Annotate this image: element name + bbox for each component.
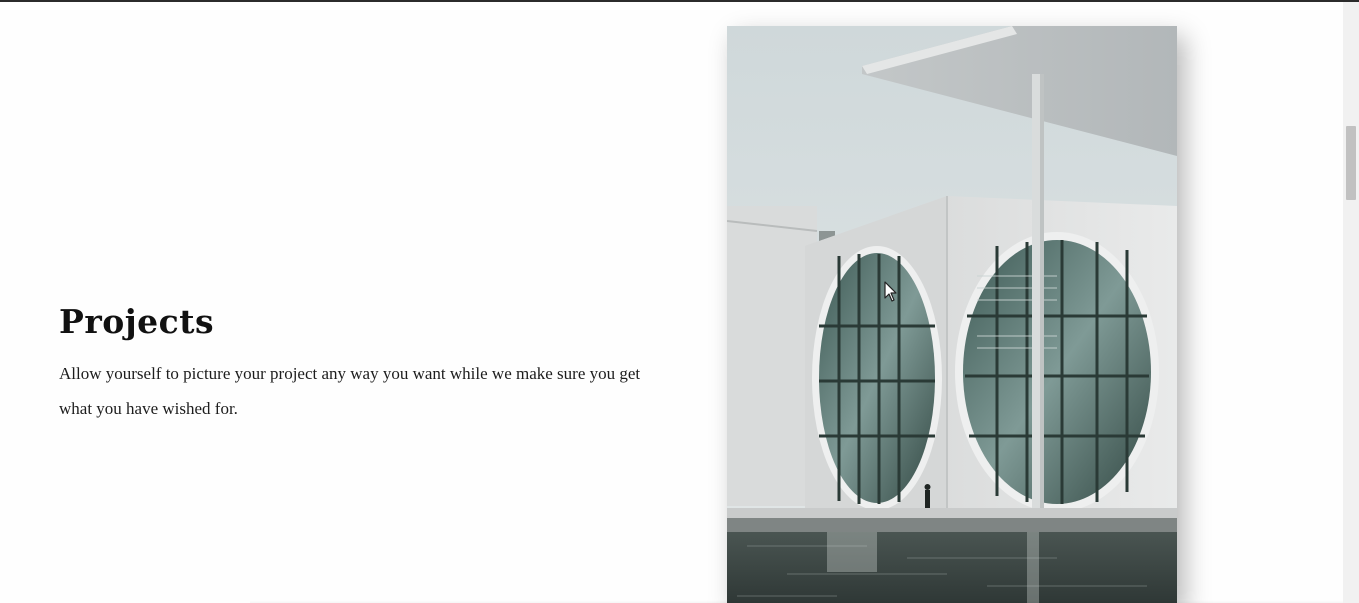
scrollbar-thumb[interactable]	[1346, 126, 1356, 200]
vertical-scrollbar[interactable]	[1343, 2, 1359, 603]
projects-text-block: Projects Allow yourself to picture your …	[59, 302, 649, 426]
projects-section: Projects Allow yourself to picture your …	[0, 2, 1343, 603]
project-photo	[727, 26, 1177, 603]
section-description: Allow yourself to picture your project a…	[59, 364, 641, 418]
section-title: Projects	[59, 302, 215, 341]
